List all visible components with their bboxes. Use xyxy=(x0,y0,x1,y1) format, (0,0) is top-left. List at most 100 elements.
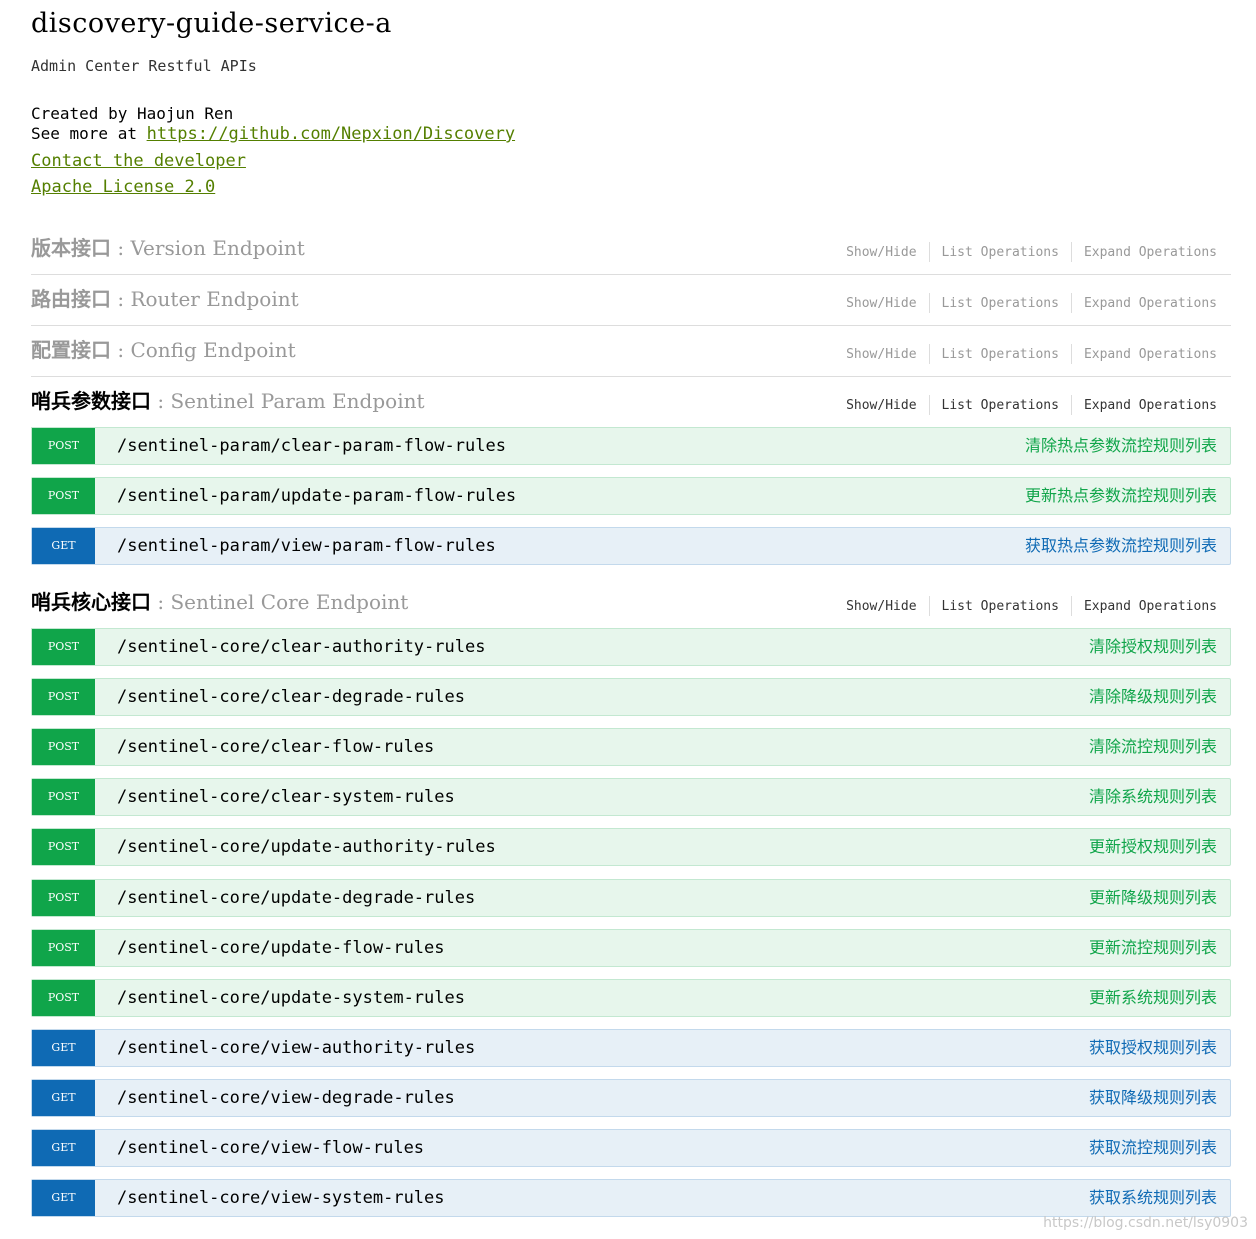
http-method-badge[interactable]: POST xyxy=(32,629,95,665)
operation-summary[interactable]: 清除流控规则列表 xyxy=(1089,729,1217,765)
http-method-badge[interactable]: POST xyxy=(32,478,95,514)
endpoint-title[interactable]: 配置接口 : Config Endpoint xyxy=(31,334,296,363)
endpoint-controls: Show/Hide List Operations Expand Operation… xyxy=(846,596,1217,616)
endpoint-title-en[interactable]: Version Endpoint xyxy=(130,236,304,260)
operation-path[interactable]: /sentinel-core/update-flow-rules xyxy=(117,930,445,966)
operation-row[interactable]: POST/sentinel-core/clear-flow-rules 清除流控规… xyxy=(31,728,1231,766)
http-method-badge[interactable]: POST xyxy=(32,779,95,815)
operation-row[interactable]: POST/sentinel-core/clear-authority-rules… xyxy=(31,628,1231,666)
list-operations-link[interactable]: List Operations xyxy=(942,347,1059,362)
endpoint-title-en[interactable]: Sentinel Core Endpoint xyxy=(170,590,408,614)
http-method-badge[interactable]: POST xyxy=(32,729,95,765)
endpoint-title[interactable]: 路由接口 : Router Endpoint xyxy=(31,283,299,312)
operation-summary[interactable]: 清除降级规则列表 xyxy=(1089,679,1217,715)
operation-row[interactable]: GET/sentinel-core/view-degrade-rules 获取降级… xyxy=(31,1079,1231,1117)
github-link[interactable]: https://github.com/Nepxion/Discovery xyxy=(147,124,515,144)
endpoint-title-cn[interactable]: 路由接口 xyxy=(31,287,111,311)
operation-row[interactable]: POST/sentinel-core/update-degrade-rules 更… xyxy=(31,879,1231,917)
expand-operations-link[interactable]: Expand Operations xyxy=(1084,398,1217,413)
operation-row[interactable]: POST/sentinel-core/update-authority-rule… xyxy=(31,828,1231,866)
list-operations-link[interactable]: List Operations xyxy=(942,599,1059,614)
show-hide-link[interactable]: Show/Hide xyxy=(846,245,916,260)
endpoint-title-cn[interactable]: 配置接口 xyxy=(31,338,111,362)
http-method-badge[interactable]: GET xyxy=(32,1180,95,1216)
operation-summary[interactable]: 更新系统规则列表 xyxy=(1089,980,1217,1016)
operation-row[interactable]: POST/sentinel-core/update-flow-rules 更新流控… xyxy=(31,929,1231,967)
endpoint-title-separator: : xyxy=(151,590,171,614)
operation-path[interactable]: /sentinel-core/view-flow-rules xyxy=(117,1130,424,1166)
list-operations-link[interactable]: List Operations xyxy=(942,398,1059,413)
license-link[interactable]: Apache License 2.0 xyxy=(31,177,215,197)
operation-path[interactable]: /sentinel-core/clear-degrade-rules xyxy=(117,679,465,715)
operation-row[interactable]: POST/sentinel-core/clear-degrade-rules 清除… xyxy=(31,678,1231,716)
operation-summary[interactable]: 获取授权规则列表 xyxy=(1089,1030,1217,1066)
operation-row[interactable]: GET/sentinel-core/view-system-rules 获取系统规… xyxy=(31,1179,1231,1217)
endpoint-title-cn[interactable]: 版本接口 xyxy=(31,236,111,260)
operation-summary[interactable]: 清除授权规则列表 xyxy=(1089,629,1217,665)
operation-summary[interactable]: 清除热点参数流控规则列表 xyxy=(1025,428,1217,464)
operation-path[interactable]: /sentinel-core/view-authority-rules xyxy=(117,1030,475,1066)
operation-summary[interactable]: 清除系统规则列表 xyxy=(1089,779,1217,815)
http-method-badge[interactable]: GET xyxy=(32,1130,95,1166)
operation-path[interactable]: /sentinel-param/update-param-flow-rules xyxy=(117,478,516,514)
http-method-badge[interactable]: POST xyxy=(32,679,95,715)
show-hide-link[interactable]: Show/Hide xyxy=(846,599,916,614)
operation-path[interactable]: /sentinel-core/clear-system-rules xyxy=(117,779,455,815)
http-method-badge[interactable]: POST xyxy=(32,930,95,966)
http-method-badge[interactable]: POST xyxy=(32,980,95,1016)
expand-operations-link[interactable]: Expand Operations xyxy=(1084,296,1217,311)
operation-row[interactable]: POST/sentinel-core/clear-system-rules 清除系… xyxy=(31,778,1231,816)
endpoint-title-separator: : xyxy=(111,338,131,362)
operation-path[interactable]: /sentinel-core/view-system-rules xyxy=(117,1180,445,1216)
endpoint-title-en[interactable]: Config Endpoint xyxy=(130,338,295,362)
endpoint-title[interactable]: 哨兵参数接口 : Sentinel Param Endpoint xyxy=(31,385,425,414)
show-hide-link[interactable]: Show/Hide xyxy=(846,398,916,413)
http-method-badge[interactable]: GET xyxy=(32,1030,95,1066)
list-operations-link[interactable]: List Operations xyxy=(942,245,1059,260)
operation-row[interactable]: GET/sentinel-core/view-authority-rules 获取… xyxy=(31,1029,1231,1067)
endpoint-title-en[interactable]: Sentinel Param Endpoint xyxy=(170,389,424,413)
operation-row[interactable]: GET/sentinel-param/view-param-flow-rules… xyxy=(31,527,1231,565)
operation-summary[interactable]: 更新降级规则列表 xyxy=(1089,880,1217,916)
operation-path[interactable]: /sentinel-core/clear-flow-rules xyxy=(117,729,434,765)
operation-path[interactable]: /sentinel-core/update-system-rules xyxy=(117,980,465,1016)
operation-summary[interactable]: 更新授权规则列表 xyxy=(1089,829,1217,865)
operation-summary[interactable]: 更新热点参数流控规则列表 xyxy=(1025,478,1217,514)
expand-operations-link[interactable]: Expand Operations xyxy=(1084,347,1217,362)
http-method-badge[interactable]: GET xyxy=(32,1080,95,1116)
operation-path[interactable]: /sentinel-core/update-authority-rules xyxy=(117,829,496,865)
http-method-badge[interactable]: POST xyxy=(32,880,95,916)
show-hide-link[interactable]: Show/Hide xyxy=(846,347,916,362)
endpoint-title-cn[interactable]: 哨兵参数接口 xyxy=(31,389,151,413)
operation-path[interactable]: /sentinel-core/view-degrade-rules xyxy=(117,1080,455,1116)
operation-path[interactable]: /sentinel-param/clear-param-flow-rules xyxy=(117,428,506,464)
expand-operations-link[interactable]: Expand Operations xyxy=(1084,599,1217,614)
http-method-badge[interactable]: GET xyxy=(32,528,95,564)
created-by-text: Created by Haojun Ren xyxy=(31,104,234,123)
operation-summary[interactable]: 获取流控规则列表 xyxy=(1089,1130,1217,1166)
operation-row[interactable]: POST/sentinel-core/update-system-rules 更新… xyxy=(31,979,1231,1017)
operation-summary[interactable]: 获取系统规则列表 xyxy=(1089,1180,1217,1216)
operation-summary[interactable]: 获取降级规则列表 xyxy=(1089,1080,1217,1116)
operation-path[interactable]: /sentinel-core/update-degrade-rules xyxy=(117,880,475,916)
operation-row[interactable]: GET/sentinel-core/view-flow-rules 获取流控规则列… xyxy=(31,1129,1231,1167)
list-operations-link[interactable]: List Operations xyxy=(942,296,1059,311)
endpoint-title[interactable]: 版本接口 : Version Endpoint xyxy=(31,232,305,261)
endpoint-title-en[interactable]: Router Endpoint xyxy=(130,287,298,311)
operation-path[interactable]: /sentinel-param/view-param-flow-rules xyxy=(117,528,496,564)
operation-row[interactable]: POST/sentinel-param/clear-param-flow-rul… xyxy=(31,427,1231,465)
contact-developer-link[interactable]: Contact the developer xyxy=(31,151,246,171)
endpoint-title[interactable]: 哨兵核心接口 : Sentinel Core Endpoint xyxy=(31,586,408,615)
operation-row[interactable]: POST/sentinel-param/update-param-flow-ru… xyxy=(31,477,1231,515)
operation-path[interactable]: /sentinel-core/clear-authority-rules xyxy=(117,629,485,665)
endpoint-header-router-endpoint: 路由接口 : Router Endpoint Show/Hide List Oper… xyxy=(31,275,1231,326)
controls-divider xyxy=(928,293,930,313)
http-method-badge[interactable]: POST xyxy=(32,428,95,464)
operation-summary[interactable]: 获取热点参数流控规则列表 xyxy=(1025,528,1217,564)
show-hide-link[interactable]: Show/Hide xyxy=(846,296,916,311)
endpoint-title-cn[interactable]: 哨兵核心接口 xyxy=(31,590,151,614)
expand-operations-link[interactable]: Expand Operations xyxy=(1084,245,1217,260)
endpoint-controls: Show/Hide List Operations Expand Operation… xyxy=(846,344,1217,364)
operation-summary[interactable]: 更新流控规则列表 xyxy=(1089,930,1217,966)
http-method-badge[interactable]: POST xyxy=(32,829,95,865)
